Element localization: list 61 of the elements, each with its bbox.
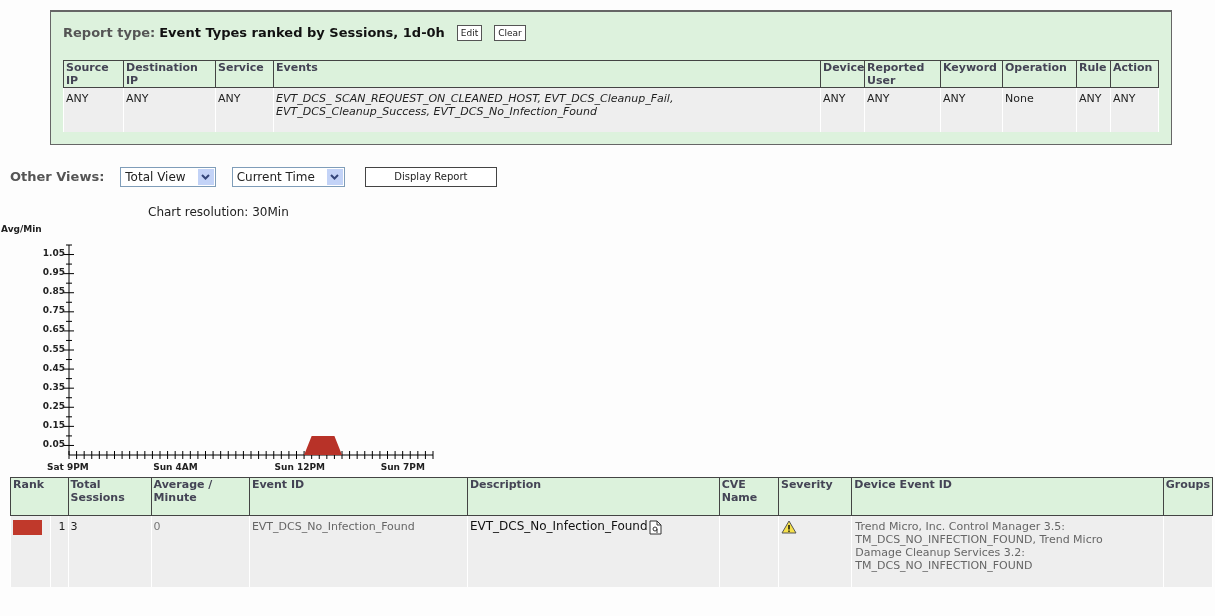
- table-cell: None: [1002, 87, 1077, 132]
- column-header: Event ID: [249, 477, 468, 515]
- column-header: Total Sessions: [68, 477, 152, 515]
- column-header: Rank: [10, 477, 69, 515]
- column-header: Keyword: [940, 60, 1003, 88]
- table-cell: ANY: [215, 87, 274, 132]
- table-cell: ANY: [63, 87, 124, 132]
- y-tick-label: 0.05: [41, 437, 65, 451]
- x-tick-label: Sat 9PM: [47, 460, 89, 474]
- report-action-button[interactable]: Edit: [456, 25, 483, 41]
- table-cell: ANY: [820, 87, 865, 132]
- column-header: Service: [215, 60, 274, 88]
- table-cell: ANY: [1110, 87, 1159, 132]
- table-cell: Trend Micro, Inc. Control Manager 3.5: TM_DCS_NO_INFECTION_FOUND, Trend Micro Damage Cleanup Services 3.2: TM_DCS_NO_INFECTION_FOUND: [851, 515, 1164, 587]
- table-cell: ANY: [864, 87, 941, 132]
- report-type-label: Report type:: [63, 24, 156, 43]
- view-select[interactable]: Total View: [120, 166, 216, 187]
- column-header: Source IP: [63, 60, 124, 88]
- column-header: Action: [1110, 60, 1159, 88]
- x-tick-label: Sun 12PM: [274, 460, 325, 474]
- other-views-label: Other Views:: [10, 167, 105, 186]
- x-tick-label: Sun 4AM: [153, 460, 198, 474]
- table-cell: ANY: [940, 87, 1003, 132]
- column-header: CVE Name: [719, 477, 779, 515]
- column-header: Average / Minute: [151, 477, 250, 515]
- y-tick-label: 0.35: [41, 380, 65, 394]
- table-cell: ANY: [1076, 87, 1111, 132]
- y-tick-label: 0.75: [41, 304, 65, 318]
- chart-resolution-text: Chart resolution: 30Min: [148, 203, 290, 221]
- report-title: Event Types ranked by Sessions, 1d-0h: [159, 24, 445, 43]
- y-tick-label: 0.85: [41, 285, 65, 299]
- column-header: Groups: [1163, 477, 1213, 515]
- column-header: Operation: [1002, 60, 1077, 88]
- table-cell: EVT_DCS_No_Infection_Found: [249, 515, 468, 587]
- y-tick-label: 0.15: [41, 418, 65, 432]
- y-tick-label: 0.45: [41, 361, 65, 375]
- warning-icon: [780, 519, 797, 534]
- column-header: Device Event ID: [851, 477, 1164, 515]
- table-cell: 3: [68, 515, 152, 587]
- table-cell: 0: [151, 515, 250, 587]
- x-tick-label: Sun 7PM: [380, 460, 425, 474]
- y-tick-label: 0.95: [41, 266, 65, 280]
- y-tick-label: 0.25: [41, 399, 65, 413]
- document-icon[interactable]: [648, 519, 662, 535]
- column-header: Description: [467, 477, 720, 515]
- table-cell: ANY: [123, 87, 216, 132]
- report-action-button[interactable]: Clear: [494, 25, 526, 41]
- y-tick-label: 0.65: [41, 323, 65, 337]
- column-header: Reported User: [864, 60, 941, 88]
- column-header: Device: [820, 60, 865, 88]
- y-tick-label: 1.05: [41, 247, 65, 261]
- description-text: EVT_DCS_No_Infection_Found: [469, 519, 648, 533]
- column-header: Rule: [1076, 60, 1111, 88]
- column-header: Events: [273, 60, 821, 88]
- y-tick-label: 0.55: [41, 342, 65, 356]
- display-report-button[interactable]: Display Report: [364, 166, 497, 187]
- y-axis-label: Avg/Min: [1, 222, 42, 236]
- column-header: Severity: [778, 477, 852, 515]
- column-header: Destination IP: [123, 60, 216, 88]
- time-select[interactable]: Current Time: [231, 166, 345, 187]
- table-cell: EVT_DCS_ SCAN_REQUEST_ON_CLEANED_HOST, EVT_DCS_Cleanup_Fail, EVT_DCS_Cleanup_Success, EVT_DCS_No_Infection_Found: [273, 87, 821, 132]
